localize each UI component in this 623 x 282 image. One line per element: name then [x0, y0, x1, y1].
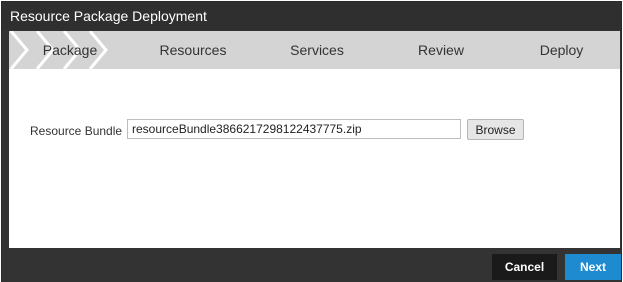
- dialog-footer: Cancel Next: [2, 248, 621, 282]
- step-services-label: Services: [290, 42, 344, 58]
- next-button[interactable]: Next: [565, 254, 621, 280]
- resource-bundle-input[interactable]: [127, 119, 461, 139]
- resource-package-deployment-dialog: Resource Package Deployment Package Reso…: [1, 1, 622, 282]
- step-review-label: Review: [418, 42, 464, 58]
- step-resources-label: Resources: [159, 42, 227, 58]
- wizard-steps: Package Resources Services Review Deploy: [9, 31, 620, 69]
- step-package[interactable]: Package: [9, 31, 131, 69]
- step-package-label: Package: [42, 42, 98, 58]
- cancel-button[interactable]: Cancel: [492, 254, 557, 280]
- step-review[interactable]: Review: [379, 31, 503, 69]
- resource-bundle-label: Resource Bundle: [30, 124, 123, 138]
- step-deploy[interactable]: Deploy: [503, 31, 620, 69]
- wizard-content: Resource Bundle Browse: [9, 69, 620, 249]
- dialog-title: Resource Package Deployment: [2, 2, 621, 30]
- step-deploy-label: Deploy: [539, 42, 584, 58]
- step-resources[interactable]: Resources: [131, 31, 255, 69]
- browse-button[interactable]: Browse: [467, 119, 524, 140]
- step-services[interactable]: Services: [255, 31, 379, 69]
